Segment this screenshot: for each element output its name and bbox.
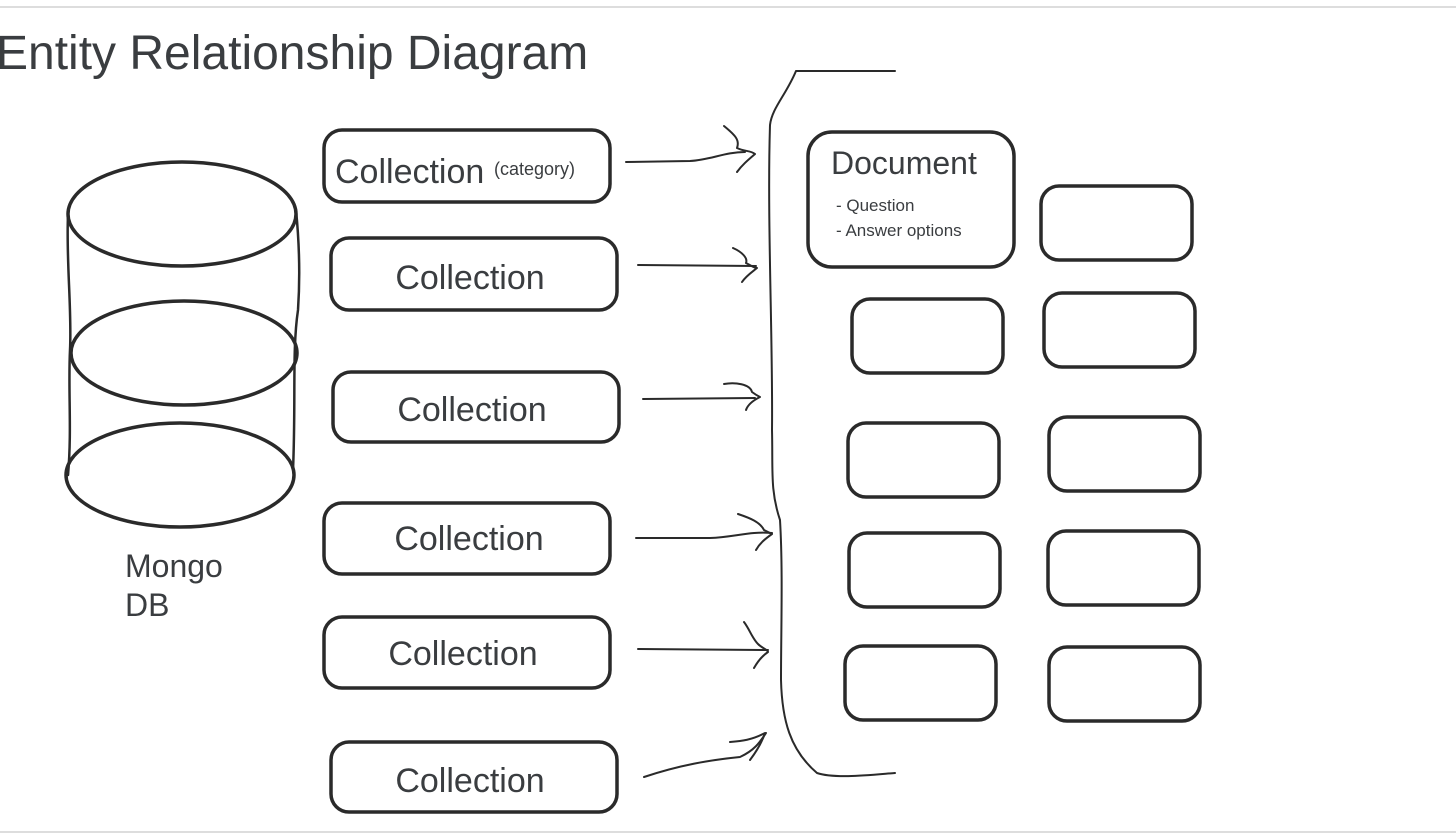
cylinder-top-ellipse xyxy=(66,160,298,268)
cylinder-bottom-ellipse xyxy=(64,421,296,529)
document-box-10 xyxy=(1047,645,1202,723)
arrow-1 xyxy=(625,125,756,173)
collection-label-3: Collection xyxy=(397,391,546,429)
collection-label-2: Collection xyxy=(395,259,544,297)
database-label-line2: DB xyxy=(125,587,169,623)
document-box-2 xyxy=(1039,184,1194,262)
collection-label-6: Collection xyxy=(395,762,544,800)
collection-label-5: Collection xyxy=(388,635,537,673)
arrow-6 xyxy=(643,732,767,778)
document-box-8 xyxy=(1046,529,1201,607)
document-field-answer-options: - Answer options xyxy=(836,221,962,240)
collection-label-4: Collection xyxy=(394,520,543,558)
mongodb-cylinder xyxy=(64,160,301,529)
diagram-title: Entity Relationship Diagram xyxy=(0,27,588,80)
arrow-5 xyxy=(637,621,769,669)
collection-note-1: (category) xyxy=(494,159,575,179)
database-label-line1: Mongo xyxy=(125,548,223,584)
er-diagram-canvas: Entity Relationship Diagram Mongo DB Col… xyxy=(0,6,1456,833)
document-box-4 xyxy=(1042,291,1197,369)
arrow-4 xyxy=(635,513,773,551)
document-box-6 xyxy=(1047,415,1202,493)
cylinder-middle-ellipse xyxy=(69,299,299,407)
document-box-9 xyxy=(843,644,998,722)
document-box-7 xyxy=(847,531,1002,609)
arrow-2 xyxy=(637,247,758,283)
arrow-3 xyxy=(642,382,761,411)
document-box-3 xyxy=(850,297,1005,375)
document-field-question: - Question xyxy=(836,196,914,215)
document-title: Document xyxy=(831,145,977,181)
collection-label-1: Collection xyxy=(335,153,484,191)
document-box-5 xyxy=(846,421,1001,499)
